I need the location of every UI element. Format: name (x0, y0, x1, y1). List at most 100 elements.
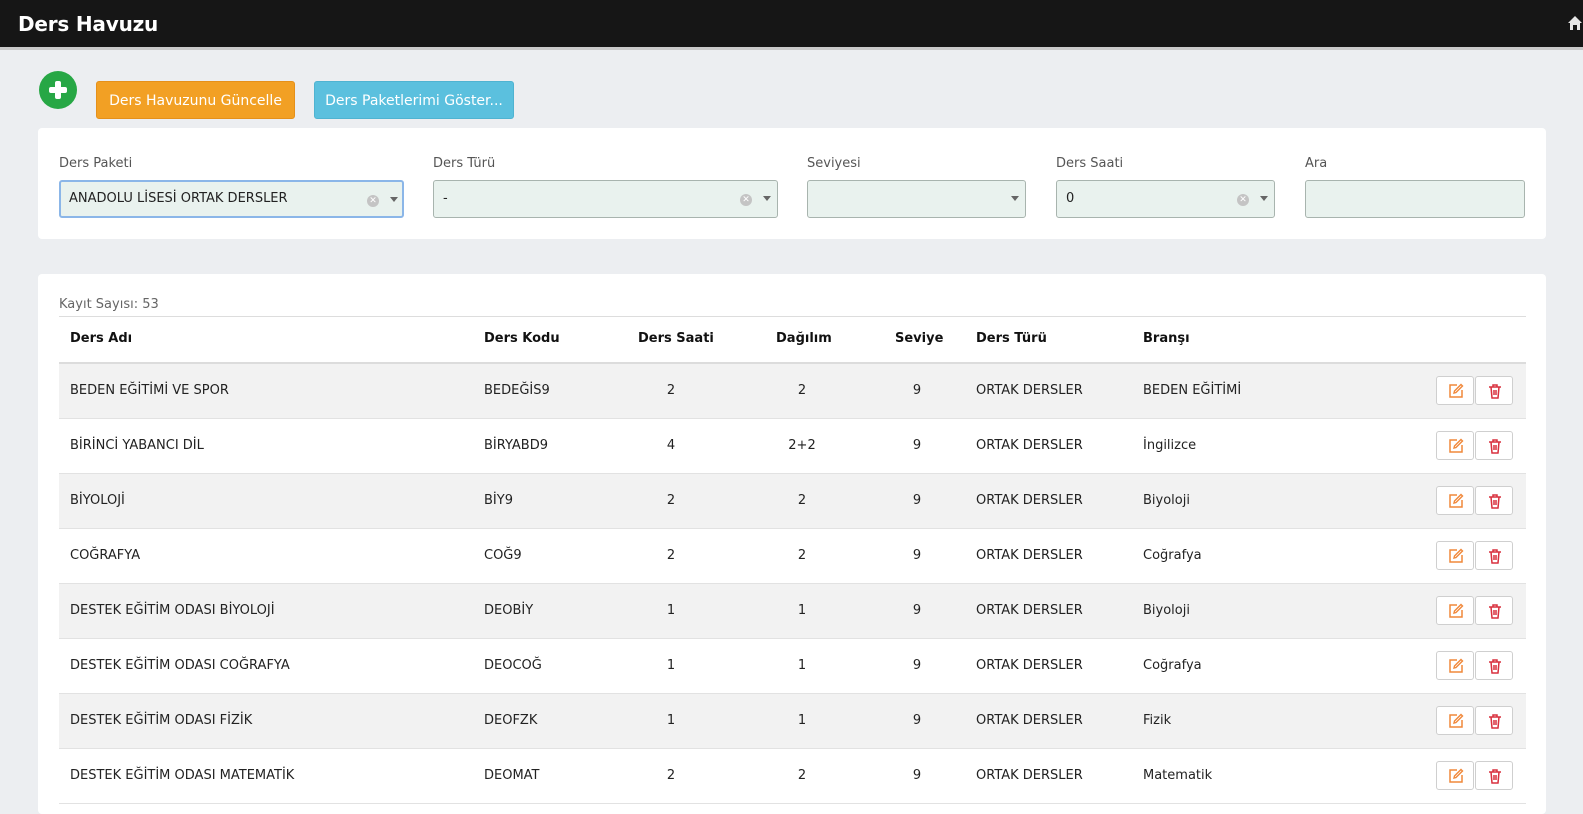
type-select-value: - (443, 191, 448, 206)
trash-icon (1489, 549, 1501, 564)
cell-level: 9 (912, 438, 922, 453)
cell-code: BİY9 (484, 493, 513, 508)
column-header-type: Ders Türü (976, 331, 1047, 346)
delete-button[interactable] (1475, 706, 1513, 735)
package-select-value: ANADOLU LİSESİ ORTAK DERSLER (69, 191, 288, 206)
cell-level: 9 (912, 548, 922, 563)
cell-type: ORTAK DERSLER (976, 548, 1083, 563)
edit-button[interactable] (1436, 431, 1474, 460)
trash-icon (1489, 439, 1501, 454)
cell-distribution: 1 (797, 713, 807, 728)
delete-button[interactable] (1475, 651, 1513, 680)
cell-distribution: 2 (797, 548, 807, 563)
cell-code: DEOFZK (484, 713, 538, 728)
cell-type: ORTAK DERSLER (976, 603, 1083, 618)
delete-button[interactable] (1475, 376, 1513, 405)
cell-hours: 1 (666, 713, 676, 728)
edit-button[interactable] (1436, 651, 1474, 680)
table-row: DESTEK EĞİTİM ODASI BİYOLOJİ DEOBİY 1 1 9 ORT… (59, 584, 1526, 639)
cell-type: ORTAK DERSLER (976, 493, 1083, 508)
update-pool-button[interactable]: Ders Havuzunu Güncelle (96, 81, 295, 119)
hours-select[interactable]: 0 ✕ (1056, 180, 1275, 218)
cell-name: DESTEK EĞİTİM ODASI BİYOLOJİ (70, 603, 275, 618)
filter-search-label: Ara (1305, 156, 1328, 171)
edit-button[interactable] (1436, 486, 1474, 515)
cell-distribution: 1 (797, 658, 807, 673)
cell-name: BİRİNCİ YABANCI DİL (70, 438, 204, 453)
column-header-hours: Ders Saati (638, 331, 714, 346)
cell-code: BİRYABD9 (484, 438, 548, 453)
cell-branch: BEDEN EĞİTİMİ (1143, 383, 1242, 398)
cell-name: COĞRAFYA (70, 548, 141, 563)
chevron-down-icon (763, 196, 771, 201)
add-course-button[interactable] (39, 71, 77, 109)
cell-type: ORTAK DERSLER (976, 438, 1083, 453)
cell-name: BEDEN EĞİTİMİ VE SPOR (70, 383, 229, 398)
table-row: DESTEK EĞİTİM ODASI MATEMATİK DEOMAT 2 2 9 OR… (59, 749, 1526, 804)
delete-button[interactable] (1475, 596, 1513, 625)
delete-button[interactable] (1475, 541, 1513, 570)
delete-button[interactable] (1475, 486, 1513, 515)
cell-code: COĞ9 (484, 548, 522, 563)
delete-button[interactable] (1475, 761, 1513, 790)
cell-code: DEOBİY (484, 603, 534, 618)
edit-button[interactable] (1436, 596, 1474, 625)
table-row: DESTEK EĞİTİM ODASI FİZİK DEOFZK 1 1 9 ORTAK … (59, 694, 1526, 749)
cell-branch: Biyoloji (1143, 493, 1190, 508)
filter-package-label: Ders Paketi (59, 156, 133, 171)
trash-icon (1489, 659, 1501, 674)
cell-name: DESTEK EĞİTİM ODASI FİZİK (70, 713, 253, 728)
table-row: BİRİNCİ YABANCI DİL BİRYABD9 4 2+2 9 ORTAK DE… (59, 419, 1526, 474)
show-packages-button[interactable]: Ders Paketlerimi Göster... (314, 81, 514, 119)
delete-button[interactable] (1475, 431, 1513, 460)
cell-branch: Coğrafya (1143, 548, 1202, 563)
cell-level: 9 (912, 713, 922, 728)
trash-icon (1489, 769, 1501, 784)
cell-level: 9 (912, 493, 922, 508)
cell-name: DESTEK EĞİTİM ODASI MATEMATİK (70, 768, 295, 783)
edit-icon (1449, 768, 1464, 783)
cell-distribution: 1 (797, 603, 807, 618)
edit-icon (1449, 603, 1464, 618)
edit-button[interactable] (1436, 541, 1474, 570)
cell-branch: Matematik (1143, 768, 1213, 783)
column-header-code: Ders Kodu (484, 331, 560, 346)
cell-branch: Coğrafya (1143, 658, 1202, 673)
clear-icon[interactable]: ✕ (367, 195, 379, 207)
cell-level: 9 (912, 383, 922, 398)
type-select[interactable]: - ✕ (433, 180, 778, 218)
clear-icon[interactable]: ✕ (740, 194, 752, 206)
edit-icon (1449, 658, 1464, 673)
edit-button[interactable] (1436, 376, 1474, 405)
trash-icon (1489, 384, 1501, 399)
cell-hours: 2 (666, 768, 676, 783)
home-icon[interactable] (1567, 15, 1583, 31)
cell-code: DEOCOĞ (484, 658, 542, 673)
search-input[interactable] (1305, 180, 1525, 218)
cell-distribution: 2 (797, 768, 807, 783)
edit-button[interactable] (1436, 761, 1474, 790)
package-select[interactable]: ANADOLU LİSESİ ORTAK DERSLER ✕ (59, 180, 404, 218)
chevron-down-icon (1011, 196, 1019, 201)
edit-button[interactable] (1436, 706, 1474, 735)
cell-type: ORTAK DERSLER (976, 768, 1083, 783)
course-table-panel: Kayıt Sayısı: 53 Ders Adı Ders Kodu Ders… (38, 274, 1546, 814)
edit-icon (1449, 713, 1464, 728)
cell-distribution: 2+2 (788, 438, 816, 453)
cell-distribution: 2 (797, 493, 807, 508)
cell-branch: Fizik (1143, 713, 1172, 728)
cell-hours: 1 (666, 658, 676, 673)
cell-branch: Biyoloji (1143, 603, 1190, 618)
filter-type-label: Ders Türü (433, 156, 496, 171)
cell-level: 9 (912, 603, 922, 618)
cell-hours: 2 (666, 493, 676, 508)
trash-icon (1489, 714, 1501, 729)
trash-icon (1489, 494, 1501, 509)
cell-code: BEDEĞİS9 (484, 383, 550, 398)
cell-hours: 2 (666, 383, 676, 398)
divider (59, 316, 1526, 317)
level-select[interactable] (807, 180, 1026, 218)
record-count: Kayıt Sayısı: 53 (59, 297, 159, 312)
clear-icon[interactable]: ✕ (1237, 194, 1249, 206)
cell-code: DEOMAT (484, 768, 540, 783)
